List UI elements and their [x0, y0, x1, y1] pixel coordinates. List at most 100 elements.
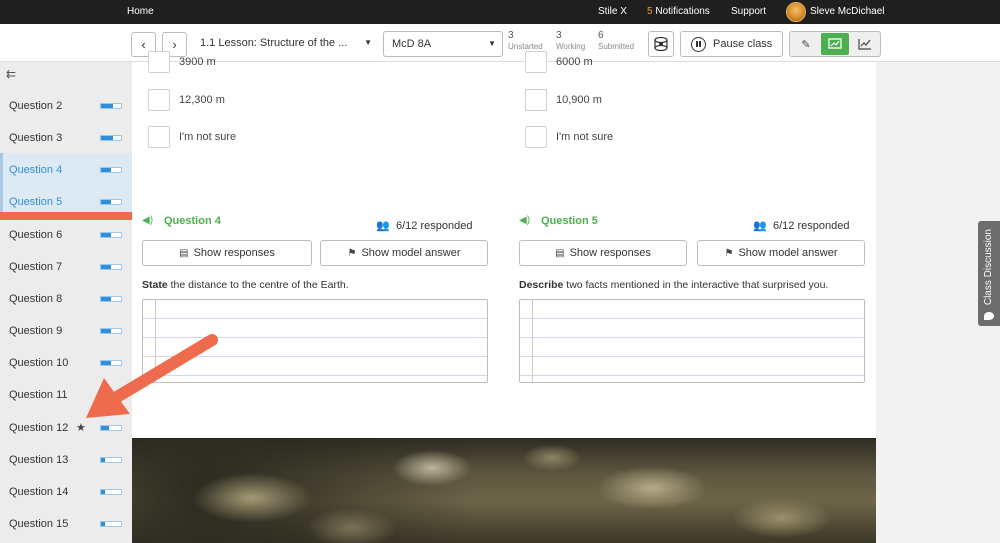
question-5-answer-area[interactable] [519, 299, 865, 383]
option-checkbox[interactable] [525, 51, 547, 73]
user-name[interactable]: Sleve McDichael [810, 6, 884, 17]
pause-class-button[interactable]: Pause class [680, 31, 783, 57]
sidebar-item-question-11[interactable]: Question 11 [0, 378, 132, 410]
sidebar-item-question-4[interactable]: Question 4 [0, 153, 132, 185]
question-sidebar: ⇇ Question 2 Question 3 Question 4 Quest… [0, 62, 132, 543]
progress-bar [100, 167, 122, 173]
show-responses-button[interactable]: ▤ Show responses [519, 240, 687, 266]
chart-icon [858, 39, 871, 50]
responses-icon: ▤ [555, 248, 565, 259]
option-label: I'm not sure [556, 131, 614, 143]
notification-count: 5 [647, 6, 653, 17]
sidebar-item-question-7[interactable]: Question 7 [0, 250, 132, 282]
sidebar-item-question-9[interactable]: Question 9 [0, 314, 132, 346]
progress-bar [100, 425, 122, 431]
show-model-answer-label: Show model answer [361, 247, 461, 259]
option-checkbox[interactable] [148, 89, 170, 111]
stat-submitted: 6 Submitted [598, 31, 634, 52]
caret-down-icon: ▼ [364, 38, 372, 47]
star-icon: ★ [76, 422, 86, 434]
stat-working: 3 Working [556, 31, 585, 52]
stile-x-link[interactable]: Stile X [598, 6, 627, 17]
prompt-verb: Describe [519, 279, 564, 291]
progress-bar [100, 199, 122, 205]
progress-bar [100, 103, 122, 109]
show-responses-button[interactable]: ▤ Show responses [142, 240, 312, 266]
progress-bar [100, 264, 122, 270]
sidebar-item-question-6[interactable]: Question 6 [0, 218, 132, 250]
sidebar-item-question-14[interactable]: Question 14 [0, 475, 132, 507]
responded-count: 6/12 responded [396, 220, 473, 232]
sidebar-item-label: Question 2 [9, 100, 63, 112]
sidebar-item-label: Question 6 [9, 229, 63, 241]
option-checkbox[interactable] [148, 51, 170, 73]
home-link[interactable]: Home [127, 6, 154, 17]
pencil-icon: ✎ [801, 38, 811, 51]
class-discussion-tab[interactable]: Class Discussion [978, 221, 1000, 326]
progress-bar [100, 521, 122, 527]
sidebar-item-question-13[interactable]: Question 13 [0, 443, 132, 475]
question-5-responded: 👥 6/12 responded [753, 219, 849, 232]
randomizer-button[interactable] [648, 31, 674, 57]
sidebar-item-question-3[interactable]: Question 3 [0, 121, 132, 153]
progress-bar [100, 135, 122, 141]
lesson-dropdown-value: 1.1 Lesson: Structure of the ... [200, 37, 348, 49]
progress-bar [100, 296, 122, 302]
class-dropdown-value: McD 8A [392, 38, 432, 50]
chevron-right-icon: › [172, 37, 177, 52]
present-icon [828, 38, 842, 49]
progress-bar [100, 328, 122, 334]
ruled-margin [532, 300, 533, 382]
option-checkbox[interactable] [525, 89, 547, 111]
prompt-text: two facts mentioned in the interactive t… [563, 279, 829, 291]
support-link[interactable]: Support [731, 6, 766, 17]
stat-label: Working [556, 42, 586, 51]
option-checkbox[interactable] [525, 126, 547, 148]
prompt-verb: State [142, 279, 168, 291]
class-dropdown[interactable]: McD 8A ▼ [383, 31, 503, 57]
sidebar-item-question-12[interactable]: Question 12 ★ [0, 411, 132, 443]
analytics-mode-button[interactable] [851, 33, 879, 55]
edit-mode-button[interactable]: ✎ [792, 33, 820, 55]
speaker-icon[interactable]: ◀) [142, 215, 153, 226]
avatar[interactable] [786, 2, 806, 22]
responded-count: 6/12 responded [773, 220, 850, 232]
sidebar-item-question-15[interactable]: Question 15 [0, 507, 132, 539]
notifications-link[interactable]: 5 Notifications [647, 6, 710, 17]
sidebar-item-label: Question 10 [9, 357, 69, 369]
sidebar-item-label: Question 13 [9, 454, 69, 466]
show-model-answer-button[interactable]: ⚑ Show model answer [320, 240, 488, 266]
sidebar-item-question-10[interactable]: Question 10 [0, 346, 132, 378]
class-discussion-label: Class Discussion [983, 229, 994, 306]
view-mode-group: ✎ [789, 31, 881, 57]
sidebar-item-question-2[interactable]: Question 2 [0, 89, 132, 121]
notifications-label: Notifications [655, 6, 710, 17]
progress-bar [100, 392, 122, 398]
top-nav-bar: Home Stile X 5 Notifications Support Sle… [0, 0, 1000, 24]
sidebar-item-label: Question 12 [9, 422, 69, 434]
lesson-dropdown[interactable]: 1.1 Lesson: Structure of the ... ▼ [196, 32, 376, 57]
people-icon: 👥 [753, 220, 767, 232]
question-5-title: Question 5 [541, 215, 598, 227]
question-4-answer-area[interactable] [142, 299, 488, 383]
sidebar-item-label: Question 4 [9, 164, 63, 176]
question-4-title: Question 4 [164, 215, 221, 227]
speaker-icon[interactable]: ◀) [519, 215, 530, 226]
sidebar-item-question-8[interactable]: Question 8 [0, 282, 132, 314]
model-answer-icon: ⚑ [347, 248, 357, 259]
sidebar-item-label: Question 3 [9, 132, 63, 144]
option-checkbox[interactable] [148, 126, 170, 148]
progress-bar [100, 360, 122, 366]
responses-icon: ▤ [179, 248, 189, 259]
sidebar-item-label: Question 7 [9, 261, 63, 273]
option-label: 12,300 m [179, 94, 225, 106]
randomizer-icon [654, 36, 668, 52]
show-responses-label: Show responses [193, 247, 275, 259]
present-mode-button[interactable] [821, 33, 849, 55]
sidebar-item-label: Question 9 [9, 325, 63, 337]
collapse-sidebar-icon[interactable]: ⇇ [6, 67, 16, 81]
show-model-answer-button[interactable]: ⚑ Show model answer [697, 240, 865, 266]
progress-bar [100, 457, 122, 463]
progress-bar [100, 232, 122, 238]
people-icon: 👥 [376, 220, 390, 232]
